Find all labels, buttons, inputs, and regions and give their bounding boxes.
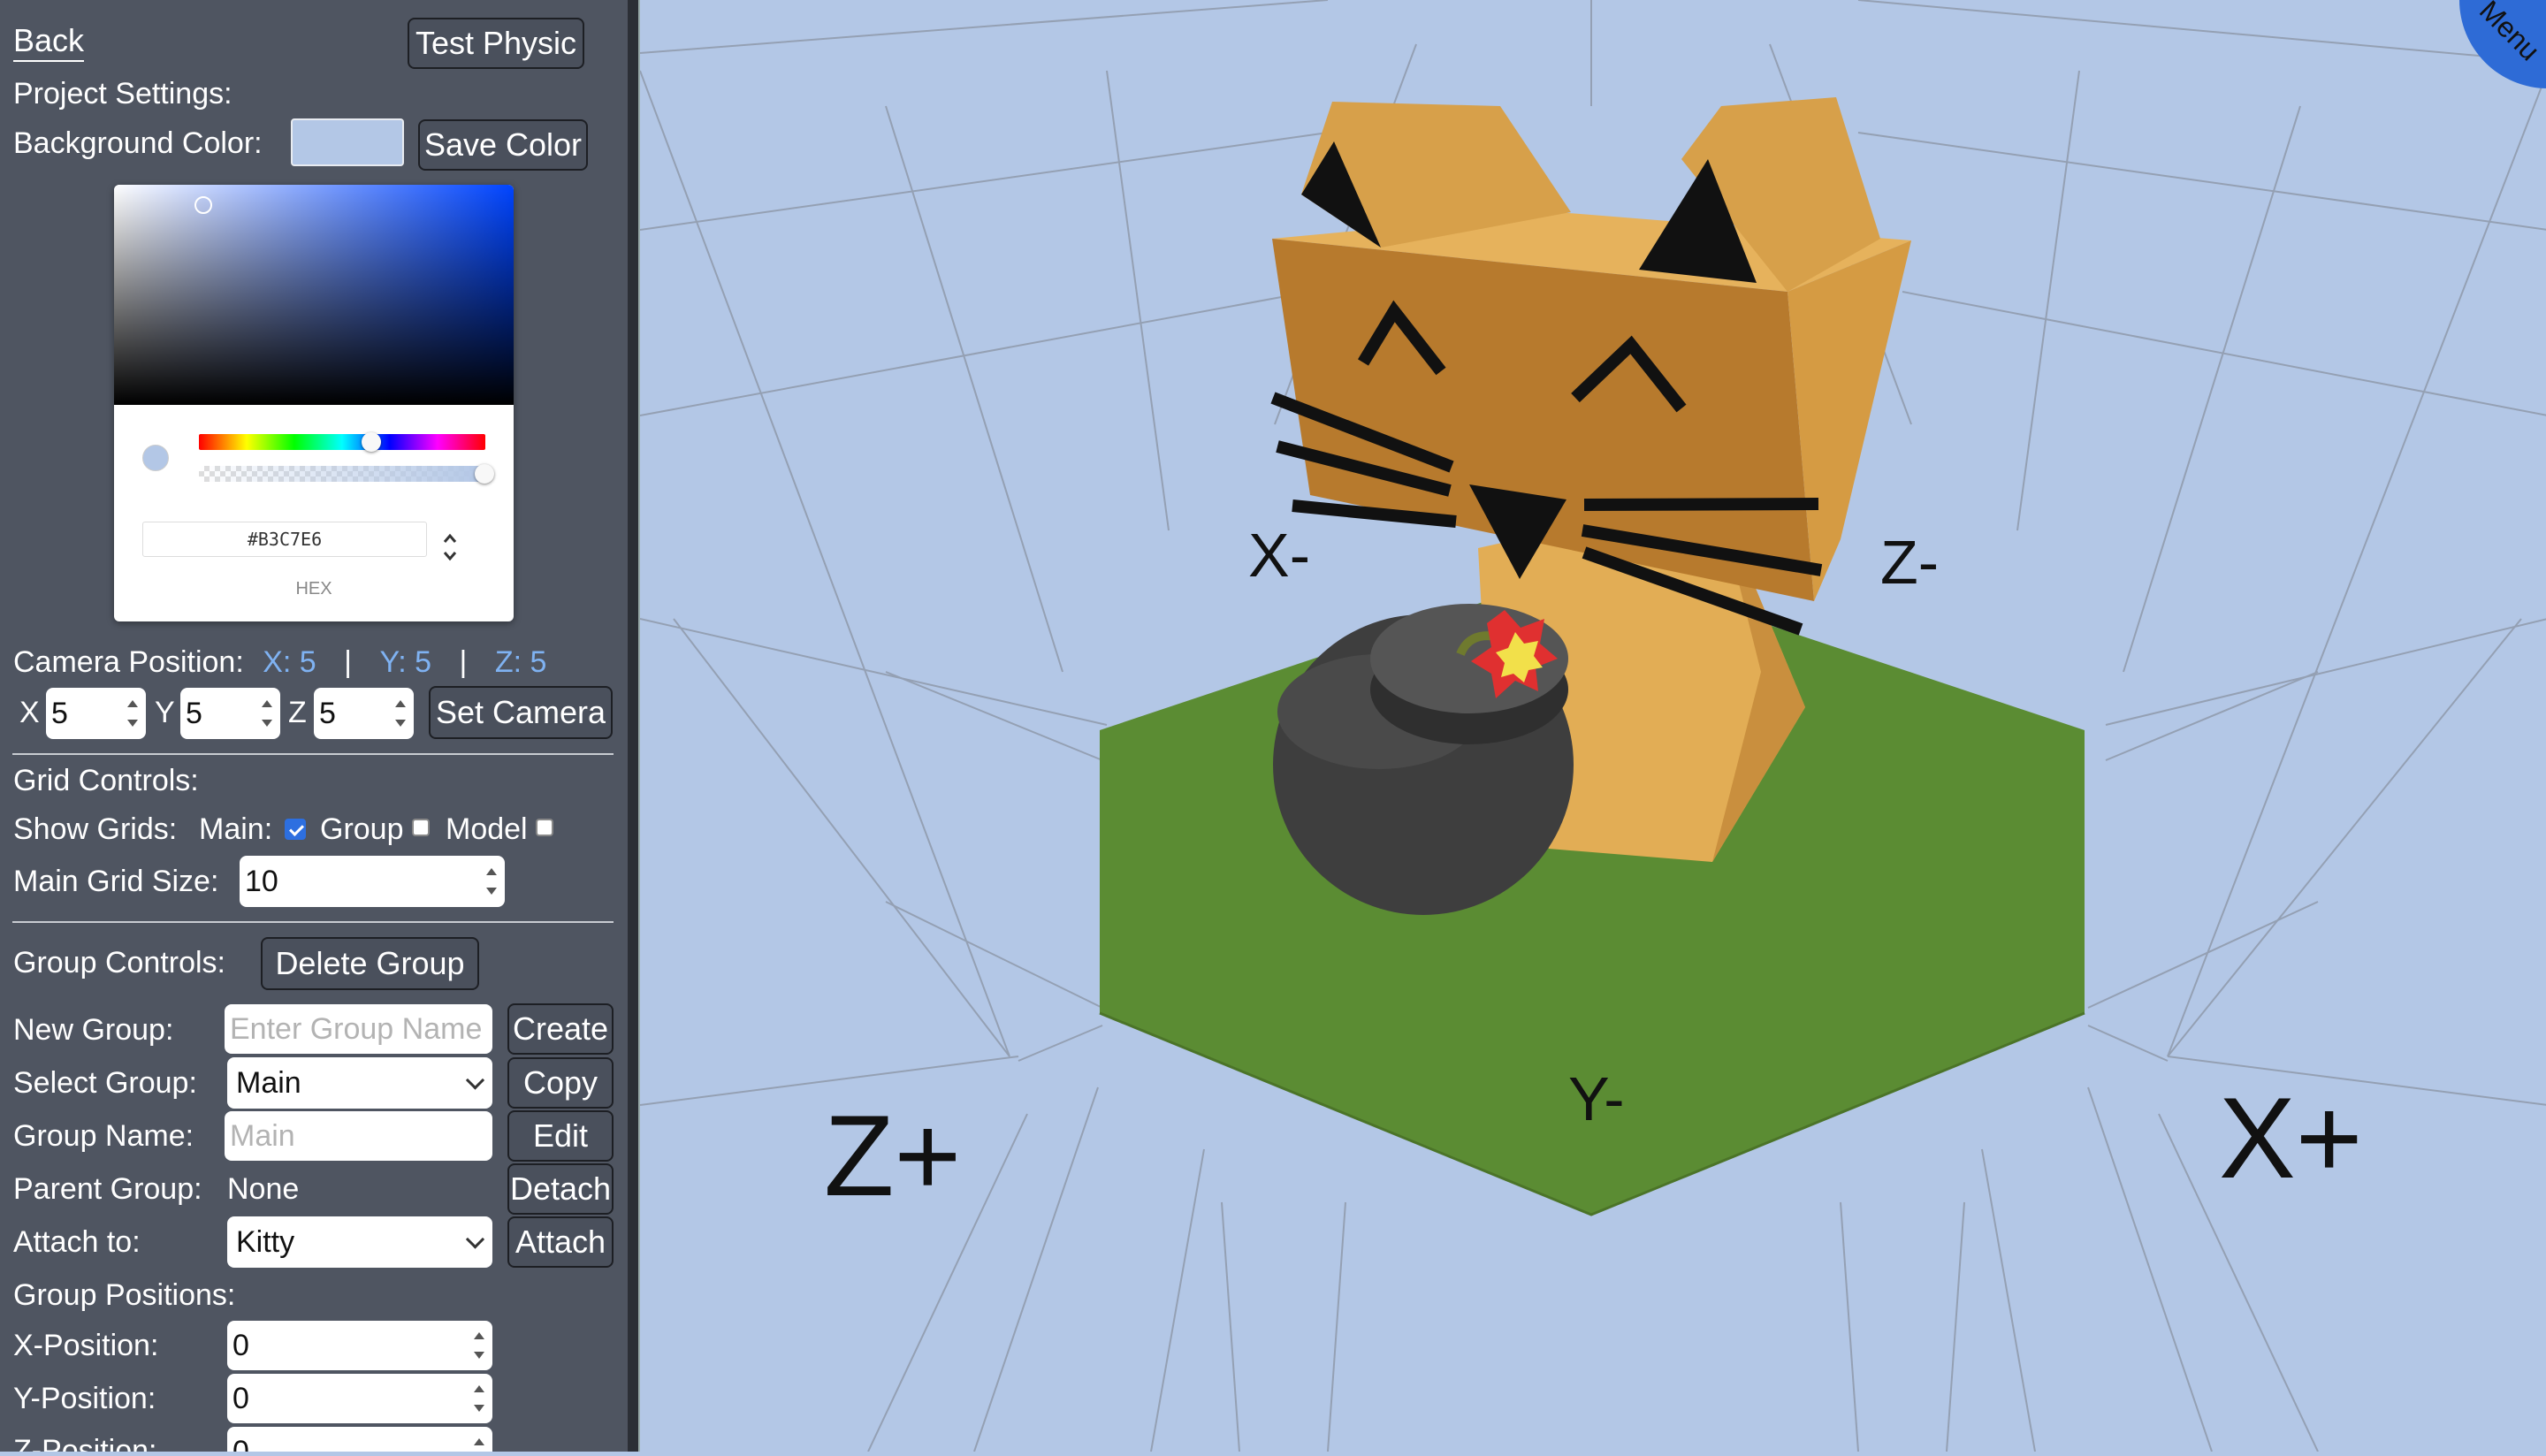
group-grid-label: Group bbox=[320, 812, 404, 846]
select-group-label: Select Group: bbox=[13, 1066, 197, 1100]
color-picker: #B3C7E6 HEX bbox=[114, 185, 514, 621]
y-position-input[interactable]: 0 bbox=[227, 1374, 492, 1423]
spinner-icon[interactable] bbox=[485, 868, 498, 895]
back-underline bbox=[13, 60, 84, 62]
new-group-input[interactable]: Enter Group Name bbox=[225, 1004, 492, 1054]
control-panel: Back Test Physic Project Settings: Backg… bbox=[0, 0, 628, 1452]
camera-y-readout: Y: 5 bbox=[379, 645, 432, 679]
x-position-input[interactable]: 0 bbox=[227, 1321, 492, 1370]
delete-group-button[interactable]: Delete Group bbox=[261, 937, 479, 990]
spinner-icon[interactable] bbox=[473, 1438, 485, 1452]
detach-group-button[interactable]: Detach bbox=[507, 1163, 614, 1215]
camera-z-readout: Z: 5 bbox=[494, 645, 547, 679]
divider bbox=[12, 753, 614, 755]
main-grid-label: Main: bbox=[199, 812, 273, 846]
test-physic-button[interactable]: Test Physic bbox=[408, 18, 584, 69]
model-grid-label: Model bbox=[446, 812, 528, 846]
divider bbox=[12, 921, 614, 923]
x-position-value: 0 bbox=[232, 1328, 249, 1362]
spinner-icon[interactable] bbox=[126, 700, 139, 727]
scene-canvas[interactable]: X- Z- Y- Z+ X+ Menu bbox=[639, 0, 2546, 1452]
camera-separator: | bbox=[459, 645, 468, 679]
create-group-button[interactable]: Create bbox=[507, 1003, 614, 1055]
z-position-label: Z-Position: bbox=[13, 1434, 157, 1452]
model-grid-checkbox[interactable] bbox=[536, 819, 553, 836]
main-grid-size-label: Main Grid Size: bbox=[13, 865, 219, 898]
group-name-label: Group Name: bbox=[13, 1119, 194, 1153]
spinner-icon[interactable] bbox=[394, 700, 407, 727]
show-grids-label: Show Grids: bbox=[13, 812, 178, 846]
format-toggle[interactable] bbox=[441, 531, 459, 563]
camera-separator: | bbox=[344, 645, 353, 679]
z-position-input[interactable]: 0 bbox=[227, 1427, 492, 1452]
main-grid-checkbox[interactable] bbox=[285, 819, 306, 840]
grid-controls-heading: Grid Controls: bbox=[13, 764, 199, 797]
background-color-label: Background Color: bbox=[13, 126, 263, 160]
attach-group-button[interactable]: Attach bbox=[507, 1216, 614, 1268]
format-label: HEX bbox=[295, 579, 332, 598]
y-position-value: 0 bbox=[232, 1381, 249, 1415]
group-grid-checkbox[interactable] bbox=[412, 819, 430, 836]
select-group-value: Main bbox=[236, 1065, 301, 1100]
set-camera-button[interactable]: Set Camera bbox=[429, 686, 613, 739]
chevron-down-icon bbox=[465, 1071, 485, 1090]
hue-handle[interactable] bbox=[362, 432, 381, 452]
camera-position-label: Camera Position: bbox=[13, 645, 244, 679]
camera-z-value: 5 bbox=[319, 696, 336, 730]
hex-input[interactable]: #B3C7E6 bbox=[142, 522, 427, 557]
axis-label-x-minus: X- bbox=[1248, 521, 1310, 590]
camera-position-row: Camera Position: X: 5 | Y: 5 | Z: 5 bbox=[13, 647, 546, 677]
background-color-swatch[interactable] bbox=[291, 118, 404, 166]
back-link[interactable]: Back bbox=[13, 25, 84, 57]
camera-z-input[interactable]: 5 bbox=[314, 688, 414, 739]
alpha-handle[interactable] bbox=[475, 464, 494, 484]
scene-viewport[interactable]: X- Z- Y- Z+ X+ Menu bbox=[638, 0, 2546, 1452]
save-color-button[interactable]: Save Color bbox=[418, 119, 588, 171]
main-grid-size-input[interactable]: 10 bbox=[240, 856, 505, 907]
attach-to-value: Kitty bbox=[236, 1224, 295, 1259]
camera-x-readout: X: 5 bbox=[263, 645, 316, 679]
camera-x-label: X bbox=[19, 696, 40, 729]
main-grid-size-value: 10 bbox=[245, 864, 278, 898]
color-preview bbox=[142, 445, 169, 471]
saturation-handle[interactable] bbox=[194, 196, 212, 214]
parent-group-label: Parent Group: bbox=[13, 1172, 202, 1206]
z-position-value: 0 bbox=[232, 1434, 249, 1452]
panel-scrollbar[interactable] bbox=[628, 0, 638, 1452]
copy-group-button[interactable]: Copy bbox=[507, 1057, 614, 1109]
axis-label-z-plus: Z+ bbox=[824, 1091, 961, 1220]
chevron-down-icon bbox=[465, 1230, 485, 1249]
hue-slider[interactable] bbox=[199, 434, 485, 450]
camera-y-value: 5 bbox=[186, 696, 202, 730]
new-group-label: New Group: bbox=[13, 1013, 174, 1047]
camera-x-value: 5 bbox=[51, 696, 68, 730]
camera-y-label: Y bbox=[155, 696, 175, 729]
spinner-icon[interactable] bbox=[473, 1332, 485, 1359]
group-name-input[interactable]: Main bbox=[225, 1111, 492, 1161]
group-controls-heading: Group Controls: bbox=[13, 946, 225, 980]
camera-z-label: Z bbox=[288, 696, 307, 729]
camera-y-input[interactable]: 5 bbox=[180, 688, 280, 739]
chevron-up-down-icon bbox=[443, 533, 457, 561]
spinner-icon[interactable] bbox=[473, 1385, 485, 1412]
parent-group-value: None bbox=[227, 1172, 300, 1206]
axis-label-y-minus: Y- bbox=[1568, 1064, 1625, 1133]
spinner-icon[interactable] bbox=[261, 700, 273, 727]
attach-to-dropdown[interactable]: Kitty bbox=[227, 1216, 492, 1268]
attach-to-label: Attach to: bbox=[13, 1225, 141, 1259]
alpha-slider[interactable] bbox=[199, 466, 485, 482]
edit-group-button[interactable]: Edit bbox=[507, 1110, 614, 1162]
x-position-label: X-Position: bbox=[13, 1329, 159, 1362]
y-position-label: Y-Position: bbox=[13, 1382, 156, 1415]
project-settings-heading: Project Settings: bbox=[13, 77, 232, 111]
camera-x-input[interactable]: 5 bbox=[46, 688, 146, 739]
saturation-area[interactable] bbox=[114, 185, 514, 405]
axis-label-z-minus: Z- bbox=[1880, 528, 1939, 597]
axis-label-x-plus: X+ bbox=[2219, 1073, 2363, 1202]
group-positions-heading: Group Positions: bbox=[13, 1278, 236, 1312]
select-group-dropdown[interactable]: Main bbox=[227, 1057, 492, 1109]
